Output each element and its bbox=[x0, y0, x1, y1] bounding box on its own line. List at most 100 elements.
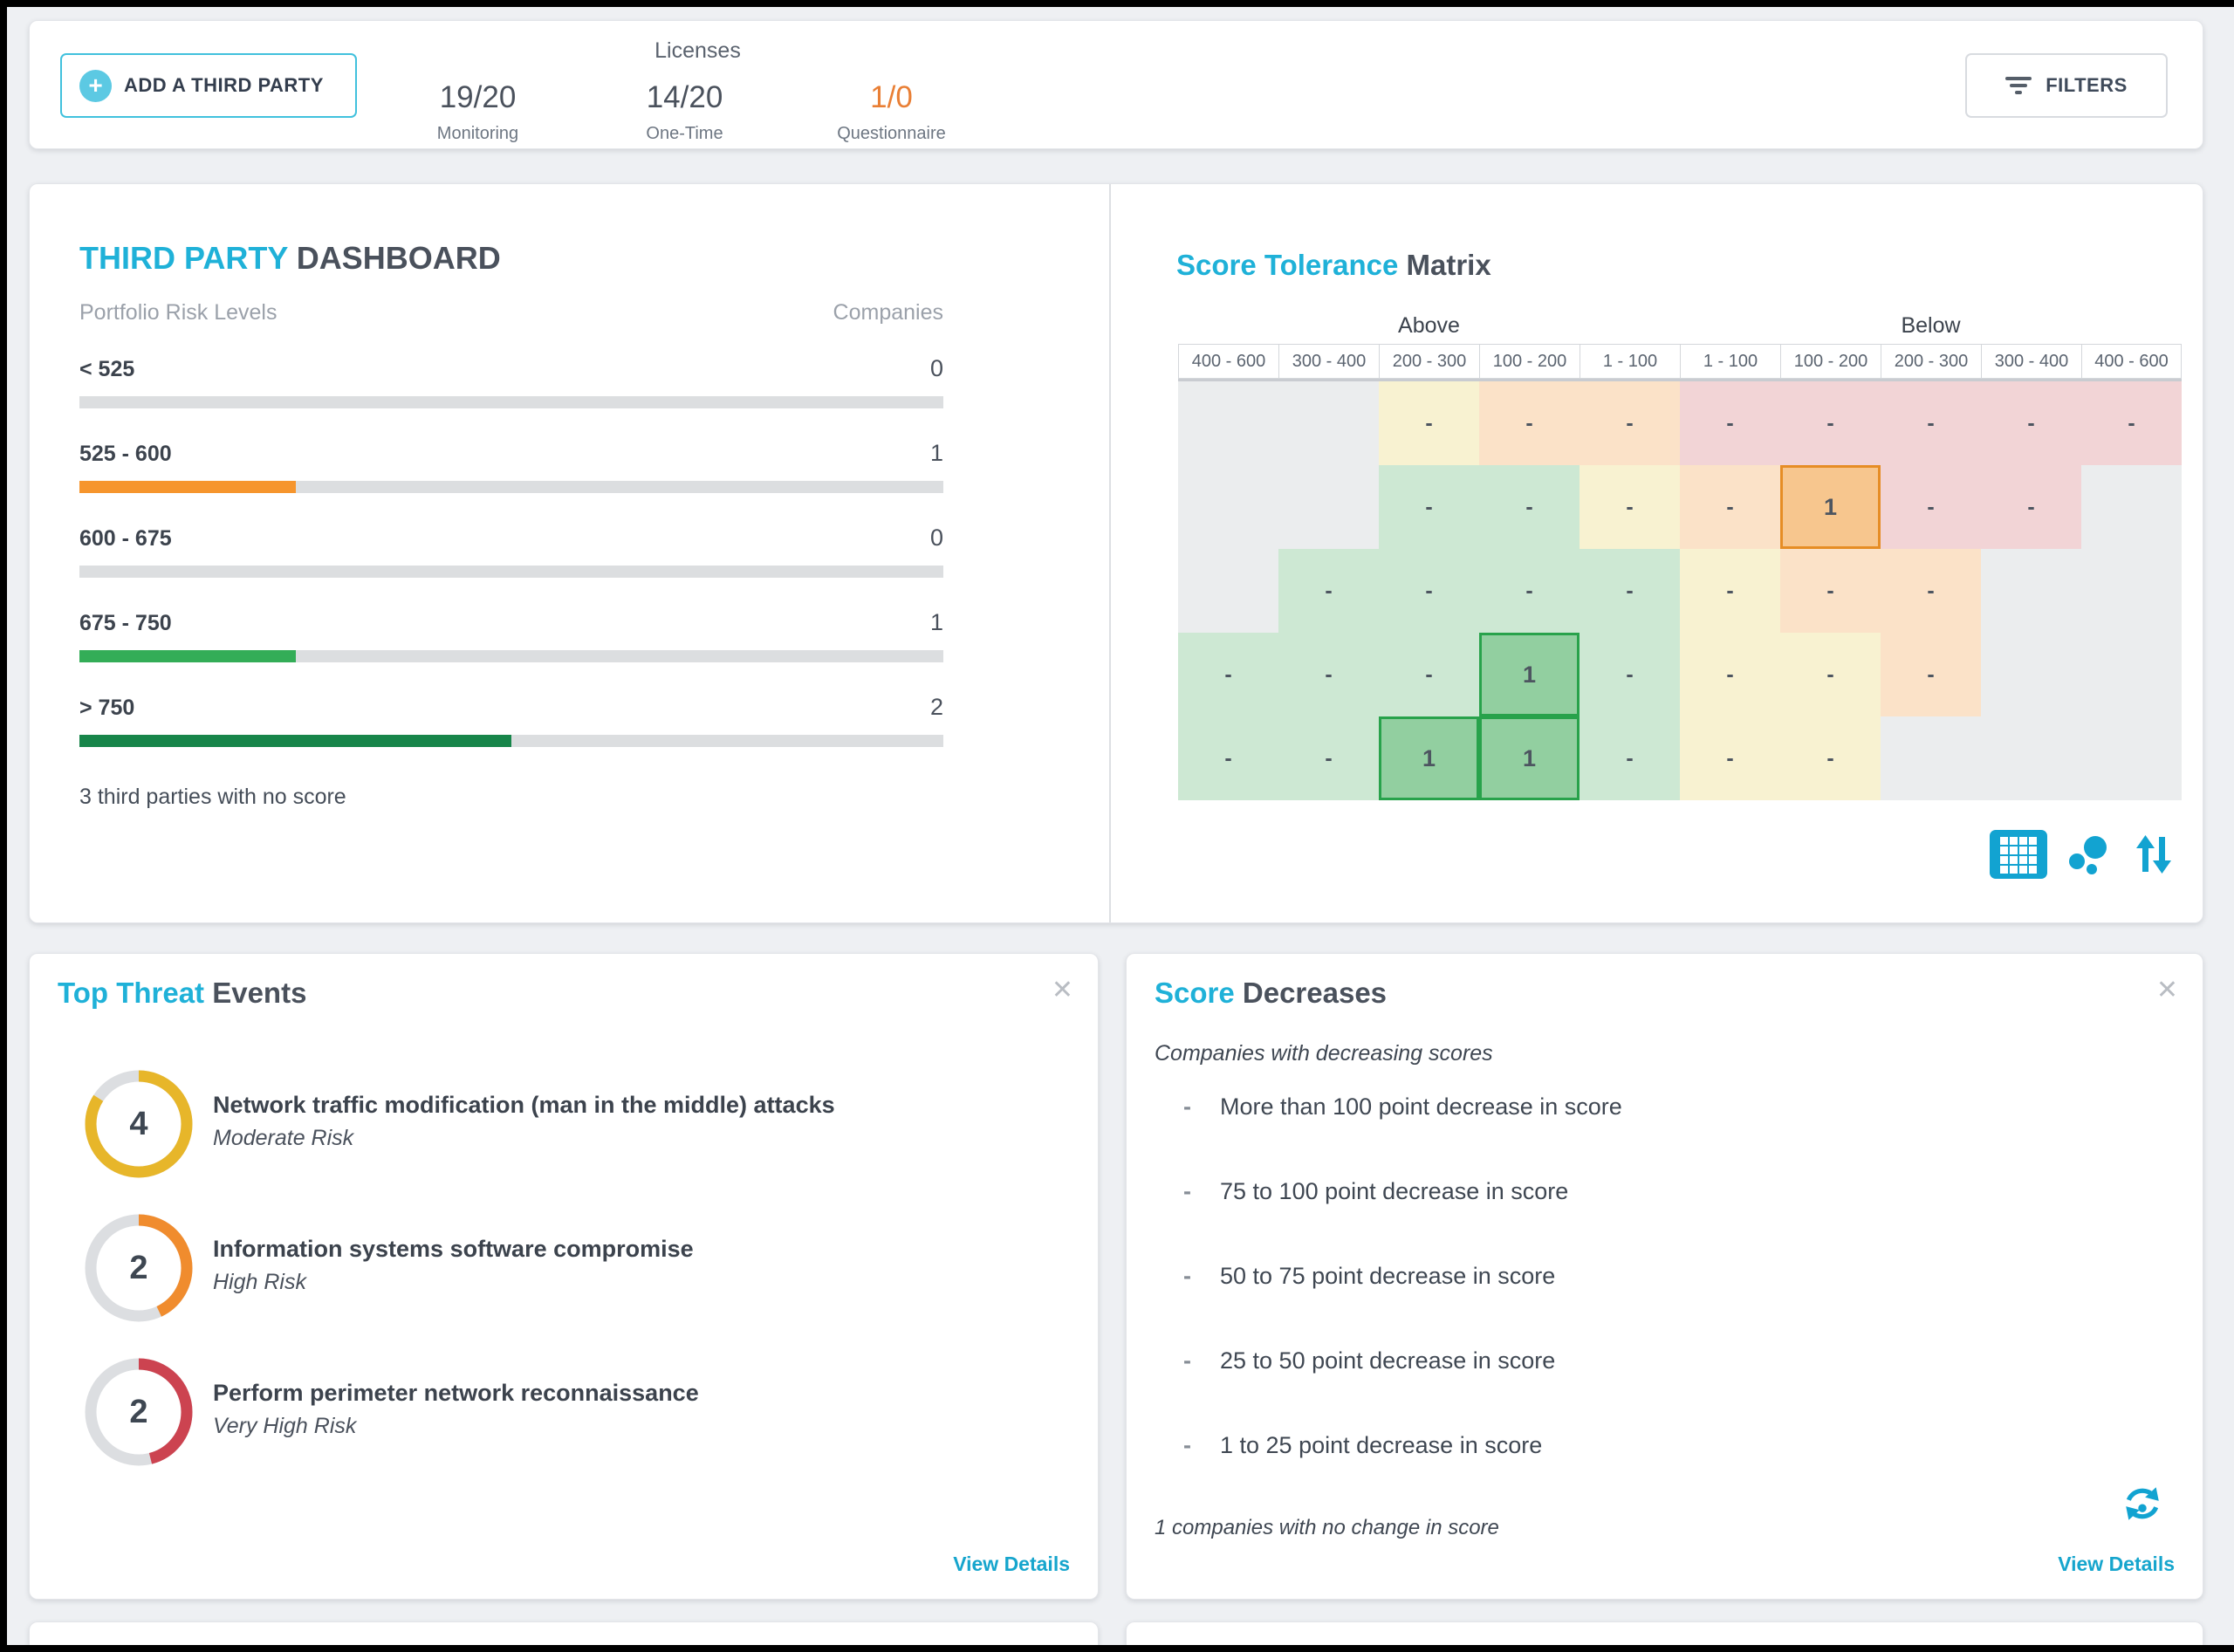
matrix-cell[interactable]: - bbox=[1379, 465, 1479, 549]
matrix-cell[interactable] bbox=[1178, 465, 1278, 549]
matrix-cell[interactable]: - bbox=[1479, 465, 1580, 549]
risk-range-label: < 525 bbox=[79, 357, 134, 382]
matrix-above-label: Above bbox=[1178, 313, 1680, 339]
matrix-cell[interactable]: - bbox=[1580, 716, 1680, 800]
risk-company-count: 1 bbox=[930, 609, 943, 636]
matrix-cell[interactable] bbox=[1881, 716, 1981, 800]
matrix-cell[interactable] bbox=[1981, 633, 2081, 716]
matrix-column-header: 100 - 200 bbox=[1479, 344, 1580, 379]
matrix-title-rest: Matrix bbox=[1398, 249, 1490, 281]
matrix-cell[interactable]: - bbox=[1379, 381, 1479, 465]
matrix-cell[interactable]: - bbox=[1981, 381, 2081, 465]
threat-title: Network traffic modification (man in the… bbox=[213, 1092, 835, 1119]
threats-view-details-link[interactable]: View Details bbox=[953, 1553, 1070, 1576]
decrease-item: -50 to 75 point decrease in score bbox=[1183, 1263, 1622, 1347]
decrease-items: -More than 100 point decrease in score-7… bbox=[1183, 1093, 1622, 1517]
risk-row: > 7502 bbox=[79, 694, 943, 778]
next-panel-stub-right bbox=[1126, 1621, 2203, 1645]
matrix-cell[interactable]: 1 bbox=[1780, 465, 1881, 549]
threat-event-item: 4 Network traffic modification (man in th… bbox=[82, 1067, 1042, 1181]
matrix-cell[interactable] bbox=[2081, 633, 2182, 716]
matrix-cell[interactable]: - bbox=[2081, 381, 2182, 465]
decreases-view-details-link[interactable]: View Details bbox=[2058, 1553, 2175, 1576]
matrix-column-header: 200 - 300 bbox=[1379, 344, 1479, 379]
plus-icon: + bbox=[79, 70, 112, 102]
portfolio-risk-section: THIRD PARTY DASHBOARD Portfolio Risk Lev… bbox=[30, 184, 1111, 922]
matrix-cell[interactable]: - bbox=[1780, 549, 1881, 633]
matrix-cell[interactable] bbox=[2081, 716, 2182, 800]
matrix-column-header: 1 - 100 bbox=[1680, 344, 1780, 379]
decrease-label: 75 to 100 point decrease in score bbox=[1220, 1178, 1568, 1205]
risk-bar-track bbox=[79, 566, 943, 578]
filters-button[interactable]: FILTERS bbox=[1965, 53, 2168, 118]
matrix-column-header: 300 - 400 bbox=[1278, 344, 1379, 379]
sort-icon[interactable] bbox=[2131, 833, 2176, 880]
matrix-title: Score Tolerance Matrix bbox=[1176, 249, 1491, 282]
matrix-cell[interactable] bbox=[1981, 549, 2081, 633]
risk-range-label: 675 - 750 bbox=[79, 611, 172, 636]
matrix-cell[interactable]: - bbox=[1278, 633, 1379, 716]
matrix-cell[interactable]: - bbox=[1780, 381, 1881, 465]
matrix-cell[interactable]: - bbox=[1479, 381, 1580, 465]
matrix-cell[interactable]: - bbox=[1680, 633, 1780, 716]
refresh-icon[interactable] bbox=[2121, 1483, 2163, 1529]
matrix-cell[interactable]: - bbox=[1680, 381, 1780, 465]
matrix-cell[interactable]: - bbox=[1379, 633, 1479, 716]
matrix-cell[interactable]: - bbox=[1680, 465, 1780, 549]
matrix-column-header: 100 - 200 bbox=[1780, 344, 1881, 379]
threat-count: 2 bbox=[82, 1355, 195, 1469]
matrix-cell[interactable]: 1 bbox=[1479, 633, 1580, 716]
threats-title-rest: Events bbox=[204, 977, 306, 1009]
grid-view-icon[interactable] bbox=[1990, 830, 2047, 883]
matrix-cell[interactable]: - bbox=[1881, 549, 1981, 633]
threat-title: Information systems software compromise bbox=[213, 1236, 694, 1263]
matrix-cell[interactable] bbox=[1178, 549, 1278, 633]
matrix-cell[interactable]: - bbox=[1580, 465, 1680, 549]
matrix-cell[interactable]: - bbox=[1981, 465, 2081, 549]
threats-title: Top Threat Events bbox=[58, 977, 306, 1010]
top-toolbar: + ADD A THIRD PARTY Licenses 19/20Monito… bbox=[29, 20, 2203, 149]
matrix-cell[interactable]: - bbox=[1780, 633, 1881, 716]
matrix-cell[interactable]: - bbox=[1580, 633, 1680, 716]
threat-risk-level: High Risk bbox=[213, 1270, 694, 1295]
matrix-cell[interactable]: - bbox=[1881, 465, 1981, 549]
matrix-cell[interactable]: - bbox=[1278, 716, 1379, 800]
bubble-view-icon[interactable] bbox=[2066, 833, 2112, 880]
matrix-cell[interactable]: - bbox=[1580, 381, 1680, 465]
matrix-cell[interactable]: - bbox=[1881, 633, 1981, 716]
matrix-cell[interactable]: - bbox=[1680, 716, 1780, 800]
close-icon[interactable]: ✕ bbox=[1052, 975, 1073, 1005]
risk-range-label: 525 - 600 bbox=[79, 442, 172, 467]
matrix-cell[interactable]: - bbox=[1379, 549, 1479, 633]
matrix-cell[interactable]: - bbox=[1780, 716, 1881, 800]
matrix-cell[interactable] bbox=[2081, 549, 2182, 633]
matrix-cell[interactable] bbox=[1981, 716, 2081, 800]
matrix-cell[interactable]: - bbox=[1881, 381, 1981, 465]
matrix-cell[interactable]: - bbox=[1479, 549, 1580, 633]
threat-risk-level: Very High Risk bbox=[213, 1414, 699, 1439]
matrix-cell[interactable]: - bbox=[1178, 716, 1278, 800]
matrix-cell[interactable] bbox=[2081, 465, 2182, 549]
risk-range-label: 600 - 675 bbox=[79, 526, 172, 552]
matrix-cell[interactable]: - bbox=[1580, 549, 1680, 633]
risk-bar-fill bbox=[79, 481, 296, 493]
matrix-cell[interactable]: 1 bbox=[1379, 716, 1479, 800]
decrease-label: 50 to 75 point decrease in score bbox=[1220, 1263, 1555, 1290]
threat-event-item: 2Information systems software compromise… bbox=[82, 1211, 1042, 1325]
decrease-count: - bbox=[1183, 1432, 1220, 1459]
matrix-cell[interactable] bbox=[1278, 381, 1379, 465]
threat-count: 4 bbox=[82, 1067, 195, 1181]
no-change-footnote: 1 companies with no change in score bbox=[1155, 1516, 1499, 1540]
risk-company-count: 2 bbox=[930, 694, 943, 721]
close-icon[interactable]: ✕ bbox=[2156, 975, 2178, 1005]
matrix-cell[interactable]: 1 bbox=[1479, 716, 1580, 800]
matrix-cell[interactable]: - bbox=[1680, 549, 1780, 633]
matrix-cell[interactable] bbox=[1178, 381, 1278, 465]
matrix-cell[interactable]: - bbox=[1278, 549, 1379, 633]
decrease-label: 1 to 25 point decrease in score bbox=[1220, 1432, 1542, 1459]
license-stat-value: 14/20 bbox=[581, 80, 788, 115]
add-third-party-button[interactable]: + ADD A THIRD PARTY bbox=[60, 53, 357, 118]
matrix-cell[interactable]: - bbox=[1178, 633, 1278, 716]
matrix-cell[interactable] bbox=[1278, 465, 1379, 549]
license-stat-label: Questionnaire bbox=[788, 124, 995, 144]
